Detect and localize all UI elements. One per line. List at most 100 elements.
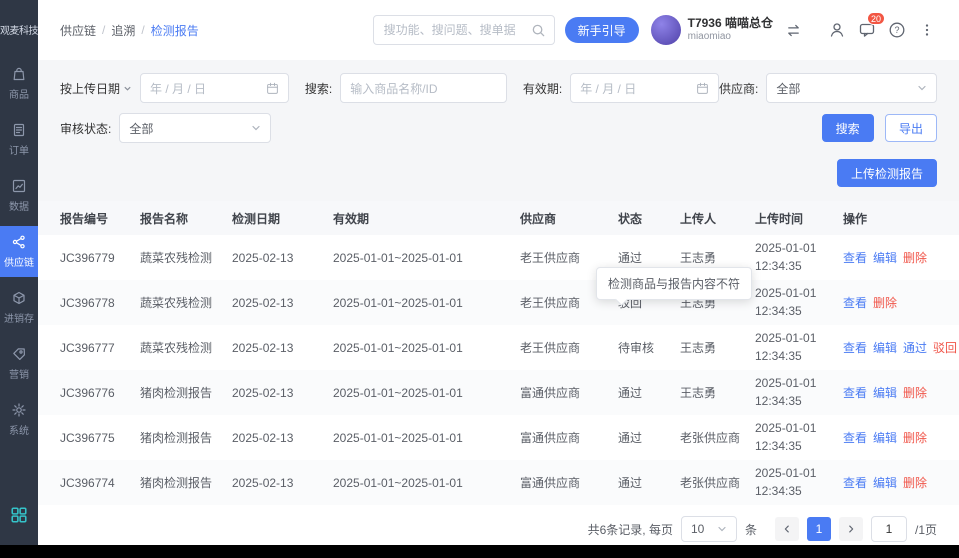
- sidebar-item-label: 数据: [9, 202, 29, 213]
- breadcrumb-separator: /: [102, 23, 106, 37]
- app-window: 观麦科技 商品 订单 数据 供应链 进销存 营销 系统 供应链 / 追溯 / 检…: [0, 0, 959, 545]
- chevron-right-icon: [849, 525, 854, 533]
- account-text: T7936 喵喵总仓 miaomiao: [688, 16, 773, 44]
- breadcrumb-supply-chain[interactable]: 供应链: [60, 22, 96, 39]
- chevron-down-icon: [718, 526, 726, 532]
- breadcrumb-trace[interactable]: 追溯: [111, 22, 135, 39]
- upload-report-button[interactable]: 上传检测报告: [836, 159, 937, 187]
- sidebar-item-inventory[interactable]: 进销存: [0, 282, 38, 333]
- action-delete[interactable]: 删除: [903, 476, 927, 490]
- supplier-select[interactable]: 全部: [766, 73, 937, 103]
- action-view[interactable]: 查看: [843, 341, 867, 355]
- beginner-guide-button[interactable]: 新手引导: [564, 17, 639, 43]
- global-search: [372, 15, 555, 45]
- breadcrumb-current-page: 检测报告: [150, 23, 199, 38]
- sidebar-item-system[interactable]: 系统: [0, 394, 38, 445]
- chevron-left-icon: [784, 525, 789, 533]
- cell-report-name: 猪肉检测报告: [140, 431, 213, 445]
- cell-test-date: 2025-02-13: [232, 430, 294, 445]
- kebab-menu-icon: [925, 24, 929, 36]
- action-edit[interactable]: 编辑: [873, 341, 897, 355]
- cell-upload-time: 2025-01-01 12:34:35: [755, 286, 817, 318]
- validity-date-input[interactable]: 年 / 月 / 日: [570, 73, 720, 103]
- action-edit[interactable]: 编辑: [873, 476, 897, 490]
- total-pages-label: /1页: [914, 522, 937, 537]
- action-view[interactable]: 查看: [843, 431, 867, 445]
- report-table-body: JC396779 蔬菜农残检测 2025-02-13 2025-01-01~2025-…: [38, 235, 959, 505]
- page-jump-input[interactable]: [870, 516, 907, 542]
- cell-report-id: JC396776: [60, 385, 115, 400]
- report-table: 报告编号 报告名称 检测日期 有效期 供应商 状态 上传人 上传时间 操作 JC…: [38, 201, 959, 505]
- cell-report-id: JC396774: [60, 475, 115, 490]
- keyword-search-placeholder: 输入商品名称/ID: [350, 81, 438, 96]
- next-page-button[interactable]: [838, 517, 863, 541]
- switch-store-button[interactable]: [783, 20, 803, 40]
- action-delete[interactable]: 删除: [903, 431, 927, 445]
- sidebar-item-goods[interactable]: 商品: [0, 58, 38, 109]
- cell-upload-time: 2025-01-01 12:34:35: [755, 241, 817, 273]
- search-icon[interactable]: [531, 23, 546, 38]
- action-delete[interactable]: 删除: [903, 251, 927, 265]
- search-button[interactable]: 搜索: [821, 114, 874, 142]
- sidebar-item-supply-chain[interactable]: 供应链: [0, 226, 38, 277]
- account-info[interactable]: T7936 喵喵总仓 miaomiao: [650, 15, 773, 45]
- avatar[interactable]: [650, 15, 681, 45]
- sidebar-item-marketing[interactable]: 营销: [0, 338, 38, 389]
- table-row: JC396777 蔬菜农残检测 2025-02-13 2025-01-01~2025-…: [38, 325, 959, 370]
- cell-supplier: 富通供应商: [520, 476, 581, 490]
- sidebar-item-data[interactable]: 数据: [0, 170, 38, 221]
- apps-grid-icon[interactable]: [10, 506, 28, 529]
- global-search-input[interactable]: [381, 22, 531, 38]
- prev-page-button[interactable]: [774, 517, 799, 541]
- action-delete[interactable]: 删除: [903, 386, 927, 400]
- action-edit[interactable]: 编辑: [873, 251, 897, 265]
- table-toolbar: 上传检测报告: [60, 153, 937, 201]
- action-edit[interactable]: 编辑: [873, 386, 897, 400]
- cell-report-id: JC396775: [60, 430, 115, 445]
- action-view[interactable]: 查看: [843, 386, 867, 400]
- cube-icon: [13, 291, 25, 305]
- export-button[interactable]: 导出: [884, 114, 937, 142]
- customer-service-button[interactable]: [827, 20, 847, 40]
- audit-status-value: 全部: [129, 121, 154, 136]
- validity-filter-label: 有效期:: [522, 81, 563, 96]
- cell-test-date: 2025-02-13: [232, 475, 294, 490]
- sidebar-item-orders[interactable]: 订单: [0, 114, 38, 165]
- calendar-icon: [697, 82, 708, 94]
- action-approve[interactable]: 通过: [903, 341, 927, 355]
- action-view[interactable]: 查看: [843, 296, 867, 310]
- page-size-select[interactable]: 10: [680, 516, 737, 542]
- column-upload-time: 上传时间: [755, 201, 843, 235]
- swap-arrows-icon: [787, 24, 799, 36]
- upload-date-filter-text: 按上传日期: [60, 81, 121, 96]
- cell-validity: 2025-01-01~2025-01-01: [333, 340, 463, 355]
- cell-validity: 2025-01-01~2025-01-01: [333, 430, 463, 445]
- upload-date-input[interactable]: 年 / 月 / 日: [140, 73, 289, 103]
- chevron-down-icon: [124, 86, 131, 91]
- action-delete[interactable]: 删除: [873, 296, 897, 310]
- cell-upload-time: 2025-01-01 12:34:35: [755, 376, 817, 408]
- calendar-icon: [266, 82, 278, 94]
- svg-text:?: ?: [894, 25, 899, 35]
- action-view[interactable]: 查看: [843, 476, 867, 490]
- more-menu-button[interactable]: [917, 20, 937, 40]
- question-mark-icon: ?: [889, 22, 905, 38]
- cell-status: 通过: [618, 476, 643, 490]
- cell-report-id: JC396779: [60, 250, 115, 265]
- action-reject[interactable]: 驳回: [933, 341, 957, 355]
- table-row: JC396774 猪肉检测报告 2025-02-13 2025-01-01~2025-…: [38, 460, 959, 505]
- action-view[interactable]: 查看: [843, 251, 867, 265]
- keyword-search-label: 搜索:: [304, 81, 333, 96]
- sidebar-item-label: 系统: [9, 426, 29, 437]
- upload-date-filter-label[interactable]: 按上传日期: [60, 80, 132, 97]
- messages-button[interactable]: 20: [857, 12, 886, 40]
- brand-logo: 观麦科技: [0, 25, 38, 37]
- page-1-button[interactable]: 1: [806, 517, 831, 541]
- action-edit[interactable]: 编辑: [873, 431, 897, 445]
- supplier-select-value: 全部: [776, 81, 801, 96]
- help-button[interactable]: ?: [887, 20, 907, 40]
- breadcrumb-separator: /: [141, 23, 145, 37]
- column-validity: 有效期: [333, 201, 520, 235]
- audit-status-select[interactable]: 全部: [119, 113, 272, 143]
- keyword-search-input[interactable]: 输入商品名称/ID: [340, 73, 507, 103]
